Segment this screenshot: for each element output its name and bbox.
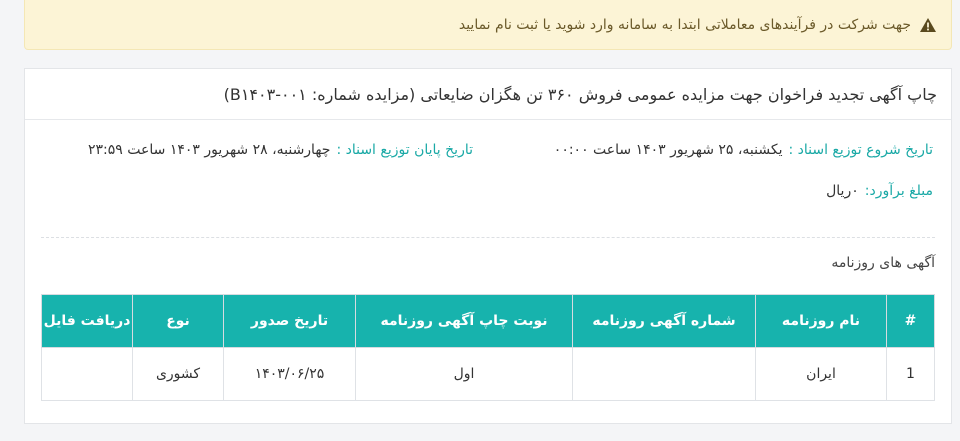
page-title: چاپ آگهی تجدید فراخوان جهت مزایده عمومی … bbox=[223, 84, 937, 104]
start-date-label: تاریخ شروع توزیع اسناد : bbox=[788, 142, 933, 158]
col-print-round: نوبت چاپ آگهی روزنامه bbox=[355, 294, 573, 348]
estimate-value: ۰ریال bbox=[826, 183, 859, 199]
divider bbox=[41, 237, 935, 238]
col-index: # bbox=[886, 294, 935, 348]
warning-icon bbox=[920, 17, 936, 32]
estimate-row: مبلغ برآورد: ۰ریال bbox=[826, 183, 933, 199]
col-issue-date: تاریخ صدور bbox=[223, 294, 356, 348]
row-ad-number bbox=[572, 347, 756, 401]
row-type: کشوری bbox=[132, 347, 224, 401]
auction-card: چاپ آگهی تجدید فراخوان جهت مزایده عمومی … bbox=[24, 68, 952, 424]
alert-message: جهت شرکت در فرآیندهای معاملاتی ابتدا به … bbox=[458, 16, 911, 33]
end-date-value: چهارشنبه، ۲۸ شهریور ۱۴۰۳ ساعت ۲۳:۵۹ bbox=[88, 142, 331, 158]
table-header-row: # نام روزنامه شماره آگهی روزنامه نوبت چا… bbox=[41, 294, 935, 348]
login-alert: جهت شرکت در فرآیندهای معاملاتی ابتدا به … bbox=[24, 0, 952, 50]
newspaper-ads-table: # نام روزنامه شماره آگهی روزنامه نوبت چا… bbox=[41, 294, 935, 401]
col-newspaper-name: نام روزنامه bbox=[755, 294, 887, 348]
estimate-label: مبلغ برآورد: bbox=[864, 183, 933, 199]
end-date-label: تاریخ پایان توزیع اسناد : bbox=[336, 142, 473, 158]
start-date-row: تاریخ شروع توزیع اسناد : یکشنبه، ۲۵ شهری… bbox=[554, 142, 933, 158]
table-row: 1 ایران اول ۱۴۰۳/۰۶/۲۵ کشوری bbox=[41, 347, 935, 401]
row-index: 1 bbox=[886, 347, 935, 401]
end-date-row: تاریخ پایان توزیع اسناد : چهارشنبه، ۲۸ ش… bbox=[88, 142, 473, 158]
row-print-round: اول bbox=[355, 347, 573, 401]
row-issue-date: ۱۴۰۳/۰۶/۲۵ bbox=[223, 347, 356, 401]
col-type: نوع bbox=[132, 294, 224, 348]
row-download-file[interactable] bbox=[41, 347, 133, 401]
start-date-value: یکشنبه، ۲۵ شهریور ۱۴۰۳ ساعت ۰۰:۰۰ bbox=[553, 142, 783, 158]
col-download: دریافت فایل bbox=[41, 294, 133, 348]
row-newspaper-name: ایران bbox=[755, 347, 887, 401]
col-ad-number: شماره آگهی روزنامه bbox=[572, 294, 756, 348]
newspaper-section-title: آگهی های روزنامه bbox=[831, 255, 935, 271]
card-title: چاپ آگهی تجدید فراخوان جهت مزایده عمومی … bbox=[25, 69, 951, 120]
